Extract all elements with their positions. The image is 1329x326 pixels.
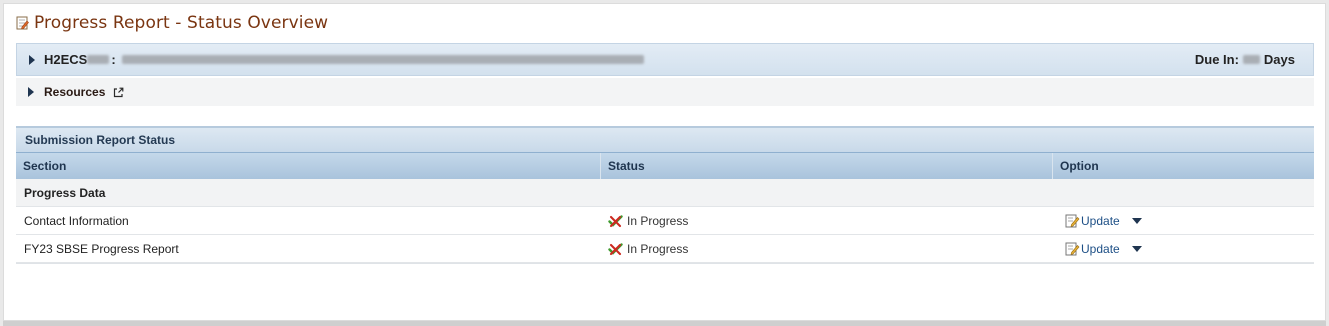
option-cell: Update xyxy=(1053,235,1314,262)
update-link[interactable]: Update xyxy=(1081,214,1120,228)
organization-id: H2ECS xyxy=(44,52,88,67)
column-header-status: Status xyxy=(601,153,1053,179)
page-header: Progress Report - Status Overview xyxy=(16,12,328,34)
option-cell: Update xyxy=(1053,207,1314,234)
bottom-edge xyxy=(3,321,1326,326)
expand-triangle-icon[interactable] xyxy=(29,54,35,65)
edit-document-icon[interactable] xyxy=(1065,241,1080,256)
in-progress-icon xyxy=(608,242,623,255)
external-link-icon[interactable] xyxy=(113,87,124,98)
redacted-due-days xyxy=(1242,55,1260,64)
redacted-organization-name xyxy=(121,55,644,64)
table-header: Section Status Option xyxy=(16,152,1314,179)
expand-triangle-icon[interactable] xyxy=(28,87,34,97)
submission-report-panel: Submission Report Status Section Status … xyxy=(16,126,1314,264)
resources-row[interactable]: Resources xyxy=(16,78,1314,106)
edit-document-icon[interactable] xyxy=(1065,213,1080,228)
organization-separator: : xyxy=(111,52,116,67)
table-row: FY23 SBSE Progress Report In Progress Up… xyxy=(16,235,1314,263)
status-cell: In Progress xyxy=(601,207,1053,234)
organization-bar[interactable]: H2ECS : Due In: Days xyxy=(16,43,1314,76)
chevron-down-icon[interactable] xyxy=(1131,217,1142,224)
page-title: Progress Report - Status Overview xyxy=(34,13,329,33)
status-text: In Progress xyxy=(627,241,689,256)
group-row-progress-data: Progress Data xyxy=(16,179,1314,207)
due-label: Due In: xyxy=(1194,52,1239,67)
report-edit-icon xyxy=(16,16,29,30)
redacted-id-suffix xyxy=(87,55,110,64)
table-row: Contact Information In Progress Update xyxy=(16,207,1314,235)
section-cell: Contact Information xyxy=(24,213,129,228)
panel-title: Submission Report Status xyxy=(16,126,1314,152)
column-header-option: Option xyxy=(1060,159,1099,173)
chevron-down-icon[interactable] xyxy=(1131,245,1142,252)
due-unit: Days xyxy=(1263,52,1295,67)
resources-label[interactable]: Resources xyxy=(44,85,105,99)
status-text: In Progress xyxy=(627,213,689,228)
due-in: Due In: Days xyxy=(1195,52,1295,67)
main-frame: Progress Report - Status Overview H2ECS … xyxy=(3,3,1326,321)
status-cell: In Progress xyxy=(601,235,1053,262)
column-header-section: Section xyxy=(16,153,601,179)
update-link[interactable]: Update xyxy=(1081,242,1120,256)
in-progress-icon xyxy=(608,214,623,227)
section-cell: FY23 SBSE Progress Report xyxy=(24,241,179,256)
